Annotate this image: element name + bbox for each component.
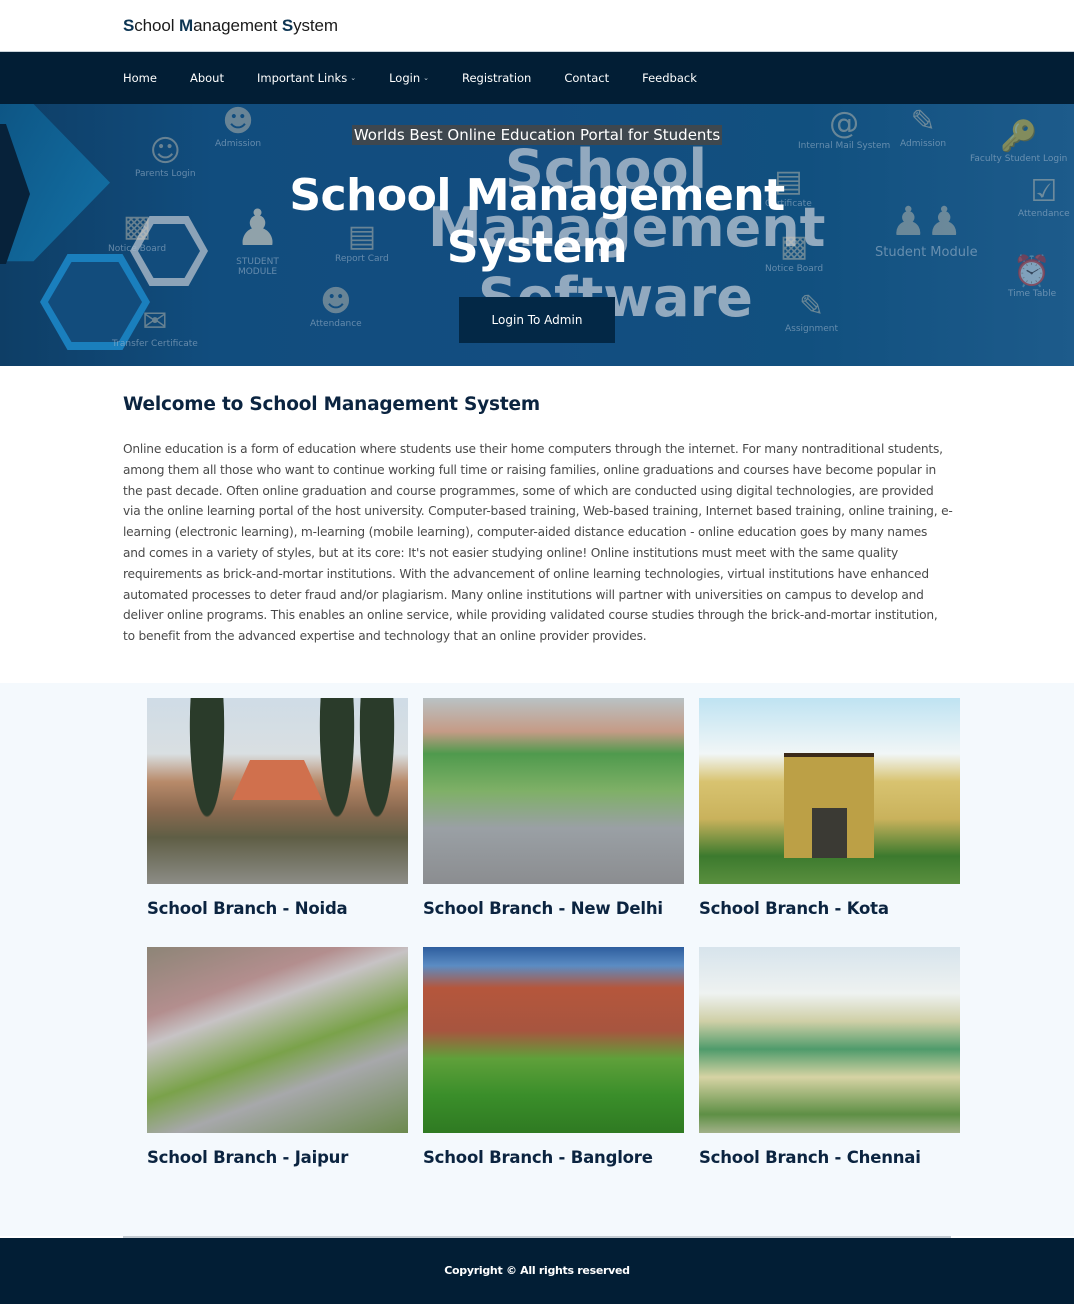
welcome-heading: Welcome to School Management System <box>123 394 540 415</box>
branch-card: School Branch - Noida <box>147 697 408 947</box>
chevron-down-icon: ⌄ <box>350 74 357 82</box>
hero-tagline: Worlds Best Online Education Portal for … <box>351 125 723 145</box>
site-footer: Copyright © All rights reserved <box>0 1237 1074 1304</box>
welcome-paragraph: Online education is a form of education … <box>123 442 953 644</box>
transfer-certificate-icon: ✉ Transfer Certificate <box>112 304 198 349</box>
brand-text: chool <box>134 15 180 35</box>
nav-item-about[interactable]: About <box>190 71 224 85</box>
assignment-icon: ✎ Assignment <box>785 289 838 334</box>
nav-label: Login <box>389 71 421 85</box>
branch-title[interactable]: School Branch - Noida <box>147 899 408 918</box>
branch-card: School Branch - New Delhi <box>423 697 684 947</box>
nav-label: Registration <box>461 71 532 85</box>
campus-photo-new-delhi[interactable] <box>423 697 684 884</box>
branch-title[interactable]: School Branch - Chennai <box>699 1148 960 1167</box>
branch-title[interactable]: School Branch - Banglore <box>423 1148 684 1167</box>
campus-photo-banglore[interactable] <box>423 946 684 1133</box>
nav-label: Home <box>123 71 157 85</box>
branch-card: School Branch - Kota <box>699 697 960 947</box>
nav-label: About <box>189 71 224 85</box>
nav-item-contact[interactable]: Contact <box>564 71 609 85</box>
chevron-down-icon: ⌄ <box>423 74 429 82</box>
nav-label: Contact <box>564 71 610 85</box>
nav-item-login[interactable]: Login ⌄ <box>389 71 429 85</box>
hero-title: School Management System <box>289 170 785 273</box>
branches-section: School Branch - Noida School Branch - Ne… <box>0 682 1074 1236</box>
brand-initial: M <box>179 15 194 35</box>
hero-banner: School Management Software ☻ Admission ☺ P… <box>0 104 1074 366</box>
nav-item-important-links[interactable]: Important Links ⌄ <box>257 71 356 85</box>
brand-text: ystem <box>293 15 338 35</box>
nav-item-registration[interactable]: Registration <box>462 71 531 85</box>
welcome-section: Welcome to School Management System Onli… <box>0 366 1074 683</box>
campus-photo-jaipur[interactable] <box>147 946 408 1133</box>
branch-card: School Branch - Chennai <box>699 946 960 1196</box>
site-logo[interactable]: School Management System <box>123 16 338 36</box>
nav-item-feedback[interactable]: Feedback <box>642 71 697 85</box>
site-header: School Management System <box>0 0 1074 52</box>
branch-title[interactable]: School Branch - Jaipur <box>147 1148 408 1167</box>
branch-title[interactable]: School Branch - New Delhi <box>423 899 684 918</box>
branch-card: School Branch - Jaipur <box>147 946 408 1196</box>
campus-photo-kota[interactable] <box>699 697 960 884</box>
campus-photo-noida[interactable] <box>147 697 408 884</box>
nav-label: Feedback <box>642 71 697 85</box>
brand-initial: S <box>123 15 135 35</box>
branches-grid: School Branch - Noida School Branch - Ne… <box>147 697 961 1196</box>
login-to-admin-button[interactable]: Login To Admin <box>459 297 615 343</box>
main-nav: Home About Important Links ⌄ Login ⌄ Regis… <box>0 52 1074 104</box>
nav-label: Important Links <box>256 71 348 85</box>
campus-photo-chennai[interactable] <box>699 946 960 1133</box>
attendance-icon: ☻ Attendance <box>310 284 362 329</box>
brand-initial: S <box>281 15 294 35</box>
copyright-text: Copyright © All rights reserved <box>444 1264 630 1278</box>
branch-title[interactable]: School Branch - Kota <box>699 899 960 918</box>
brand-text: anagement <box>193 15 282 35</box>
branch-card: School Branch - Banglore <box>423 946 684 1196</box>
nav-item-home[interactable]: Home <box>123 71 157 85</box>
